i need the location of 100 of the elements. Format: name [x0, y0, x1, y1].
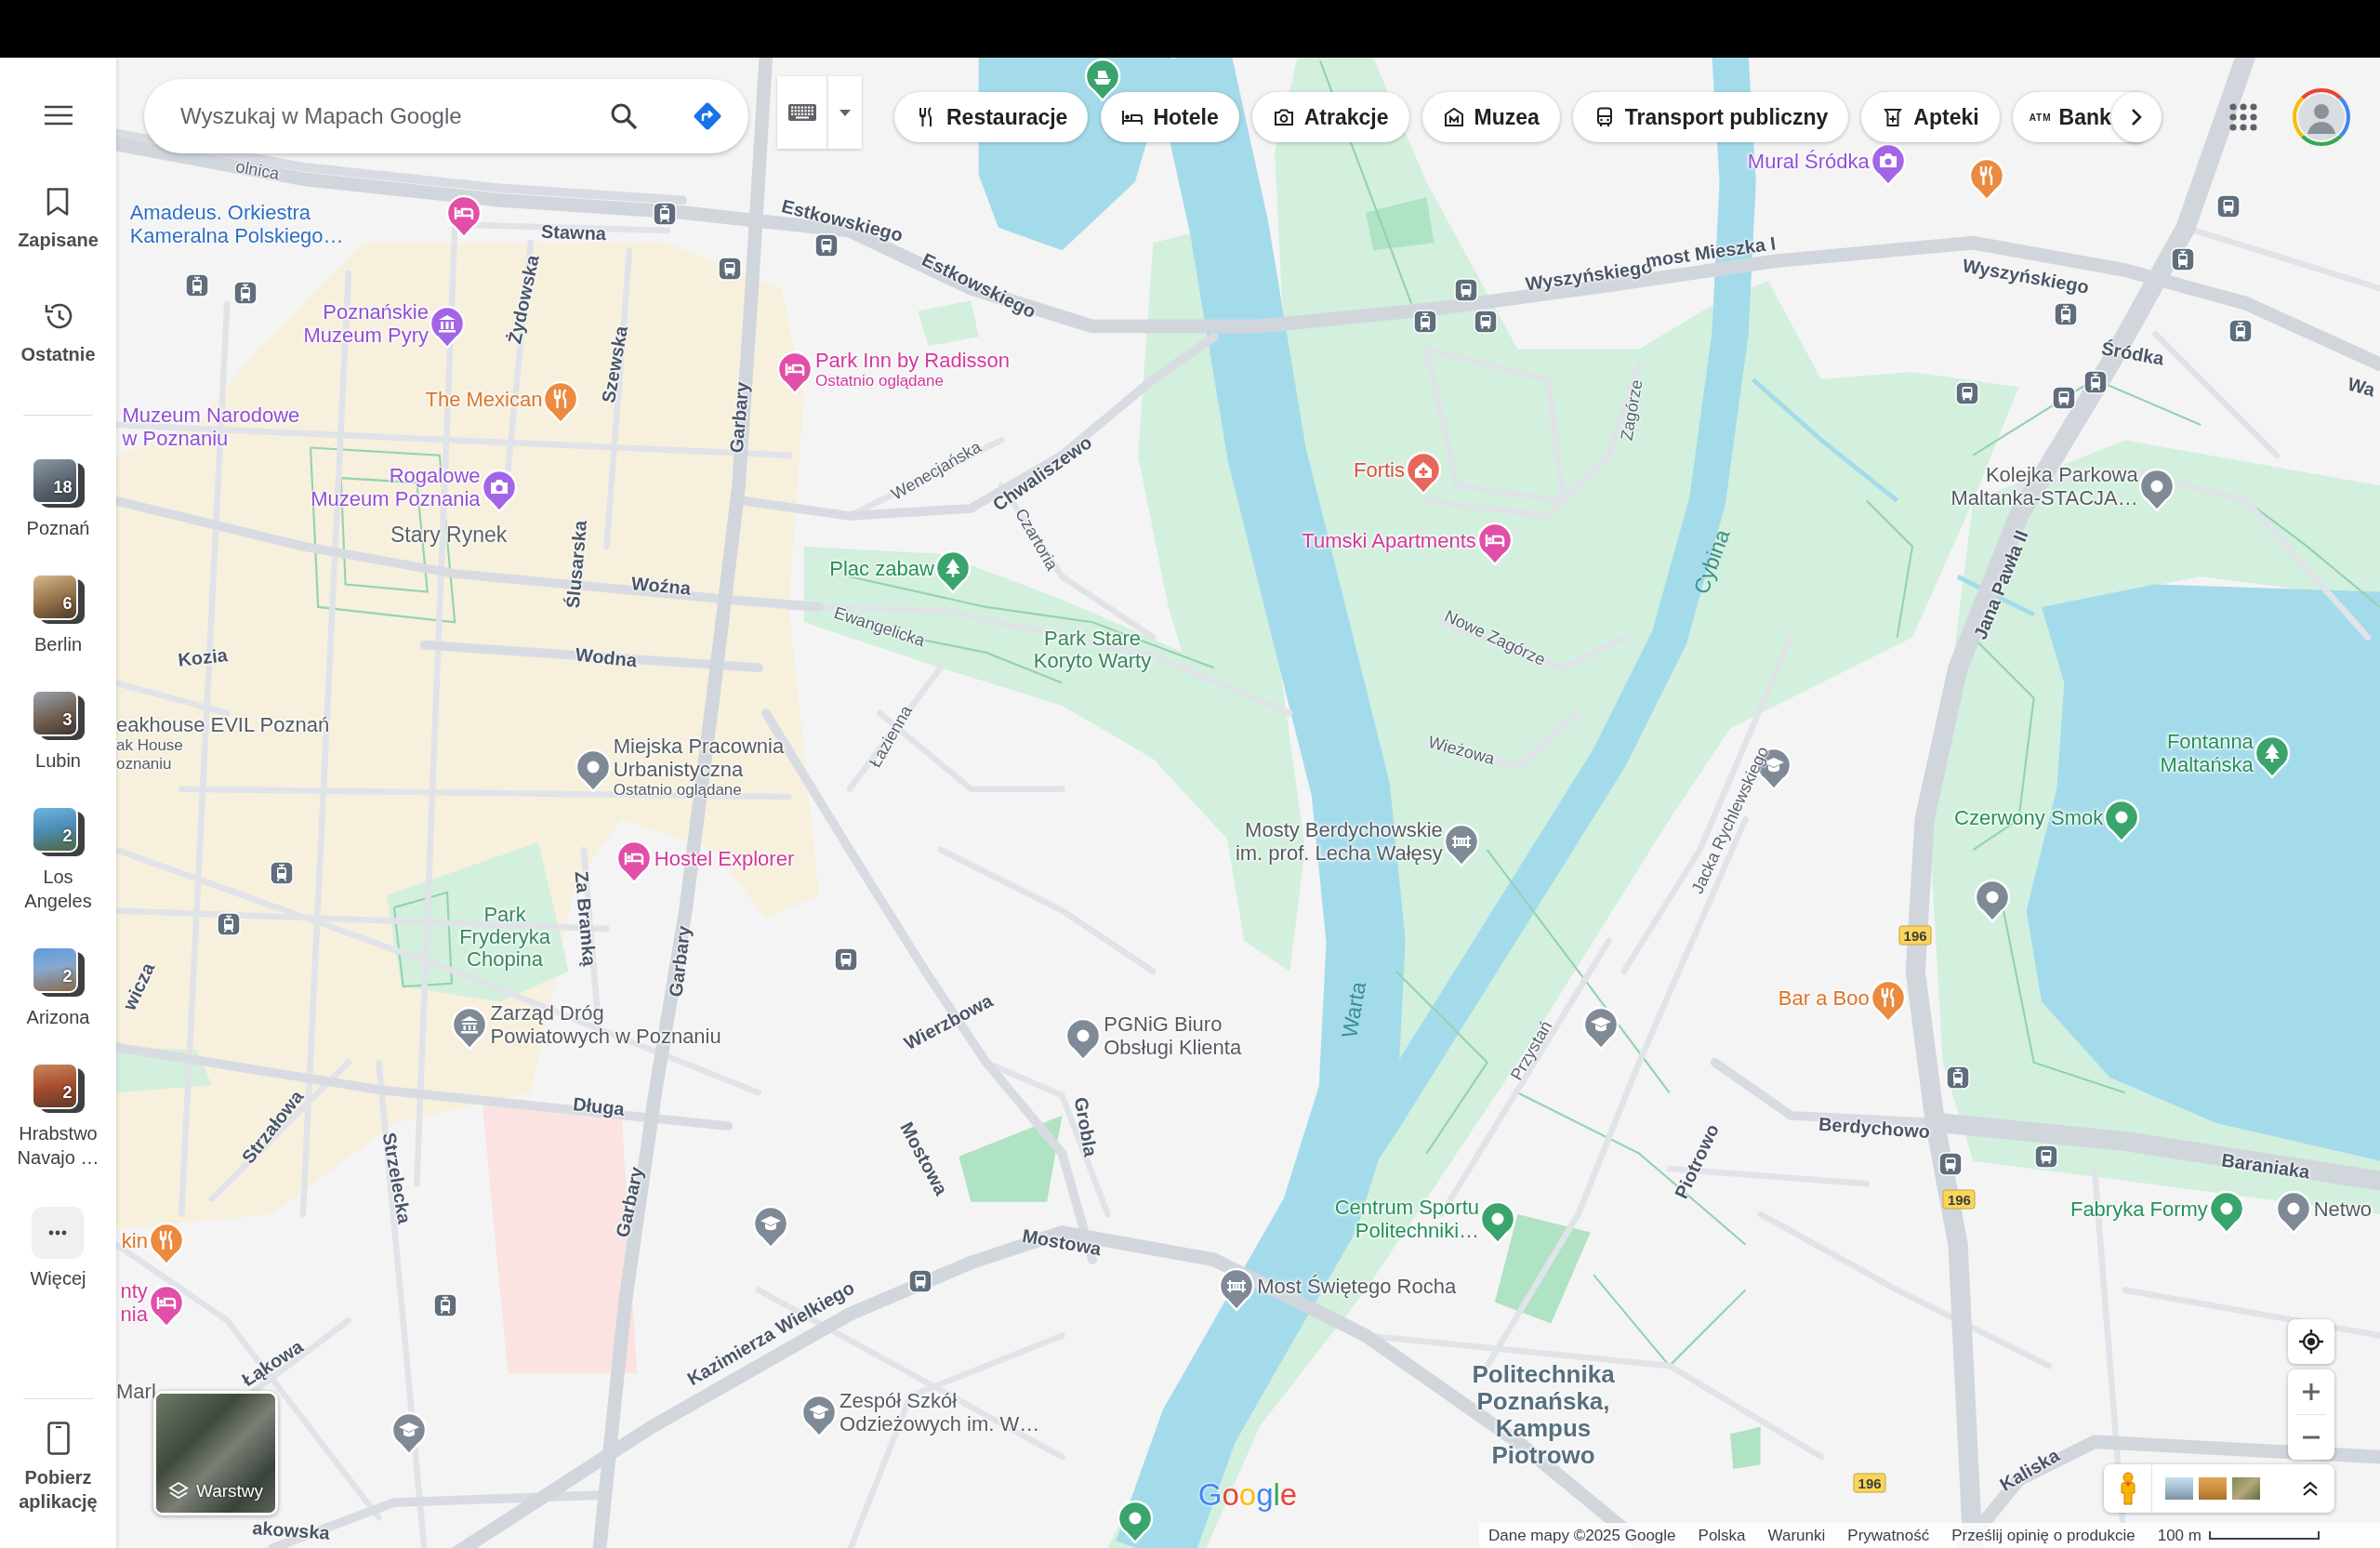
camera-marker-icon[interactable]	[480, 469, 518, 514]
bus-stop-icon[interactable]	[1453, 277, 1478, 302]
graduation-cap-marker-icon[interactable]	[1582, 1006, 1620, 1052]
bed-marker-icon[interactable]	[775, 350, 813, 395]
place-name[interactable]: Hostel Explorer	[654, 846, 795, 870]
bus-stop-icon[interactable]	[834, 947, 859, 972]
bridge-marker-icon[interactable]	[1218, 1267, 1256, 1313]
bus-stop-icon[interactable]	[2215, 194, 2241, 219]
category-chip[interactable]: Hotele	[1101, 92, 1239, 142]
graduation-cap-marker-icon[interactable]	[800, 1393, 839, 1438]
recent-place-button[interactable]: 2 Arizona	[26, 946, 90, 1029]
tram-stop-icon[interactable]	[2170, 247, 2195, 272]
place-name[interactable]: eakhouse EVIL Poznań	[116, 713, 330, 737]
tram-stop-icon[interactable]	[216, 912, 241, 937]
footer-link[interactable]: Prywatność	[1847, 1526, 1930, 1545]
tram-stop-icon[interactable]	[2053, 301, 2078, 326]
dot-marker-icon[interactable]	[1479, 1200, 1516, 1246]
fork-knife-marker-icon[interactable]	[147, 1222, 185, 1267]
place-name[interactable]: Fortis	[1354, 457, 1405, 482]
search-input[interactable]: Wyszukaj w Mapach Google	[180, 103, 563, 129]
category-chip[interactable]: Apteki	[1861, 92, 2000, 142]
place-name[interactable]: Muzeum Narodowe w Poznaniu	[122, 404, 300, 451]
recent-button[interactable]: Ostatnie	[20, 301, 96, 366]
bus-stop-icon[interactable]	[2052, 385, 2077, 410]
bus-stop-icon[interactable]	[717, 257, 742, 281]
tram-stop-icon[interactable]	[1945, 1065, 1970, 1091]
photo-placeholder[interactable]	[2165, 1477, 2193, 1500]
recent-place-button[interactable]: 2 Hrabstwo Navajo …	[9, 1063, 107, 1170]
dot-marker-icon[interactable]	[2274, 1189, 2312, 1235]
dot-marker-icon[interactable]	[1064, 1016, 1103, 1062]
more-button[interactable]: Więcej	[30, 1207, 86, 1290]
recent-place-button[interactable]: 18 Poznań	[26, 457, 90, 540]
place-name[interactable]: Mural Śródka	[1747, 149, 1870, 173]
place-name[interactable]: Czerwony Smok	[1954, 805, 2104, 828]
place-name[interactable]: Netwo	[2313, 1197, 2373, 1221]
place-name[interactable]: Tumski Apartments	[1302, 528, 1476, 552]
place-name[interactable]: Amadeus. Orkiestra Kameralna Polskiego…	[129, 200, 344, 247]
tram-stop-icon[interactable]	[184, 272, 209, 298]
bus-stop-icon[interactable]	[1937, 1152, 1963, 1177]
bed-marker-icon[interactable]	[1475, 522, 1514, 567]
bridge-marker-icon[interactable]	[1442, 822, 1480, 867]
tree-marker-icon[interactable]	[2253, 734, 2291, 779]
bus-stop-icon[interactable]	[2033, 1144, 2058, 1170]
tram-stop-icon[interactable]	[433, 1293, 458, 1318]
category-chip[interactable]: Transport publiczny	[1572, 92, 1849, 142]
tree-marker-icon[interactable]	[933, 549, 972, 594]
building-marker-icon[interactable]	[451, 1006, 489, 1052]
recent-place-button[interactable]: 3 Lubin	[31, 690, 86, 773]
photo-placeholder[interactable]	[2199, 1477, 2227, 1500]
bus-stop-icon[interactable]	[908, 1269, 933, 1294]
my-location-button[interactable]	[2288, 1319, 2334, 1364]
place-name[interactable]: Miejska Pracownia Urbanistyczna	[613, 734, 785, 781]
tram-stop-icon[interactable]	[2228, 318, 2253, 343]
category-chip[interactable]: Muzea	[1421, 92, 1560, 142]
place-name[interactable]: Fabryka Formy	[2069, 1197, 2208, 1221]
photo-placeholder[interactable]	[2232, 1477, 2260, 1500]
boat-marker-icon[interactable]	[1084, 58, 1122, 102]
fork-knife-marker-icon[interactable]	[1967, 157, 2005, 203]
dot-marker-icon[interactable]	[574, 748, 612, 793]
place-name[interactable]: PGNiG Biuro Obsługi Klienta	[1104, 1012, 1242, 1059]
saved-button[interactable]: Zapisane	[18, 187, 99, 252]
recent-place-button[interactable]: 6 Berlin	[31, 574, 86, 656]
tram-stop-icon[interactable]	[232, 281, 258, 306]
recent-place-button[interactable]: 2 Los Angeles	[9, 806, 107, 913]
footer-link[interactable]: Warunki	[1767, 1526, 1826, 1545]
place-name[interactable]: Zespół Szkół Odzieżowych im. W…	[840, 1388, 1040, 1436]
place-name[interactable]: Marl	[116, 1380, 156, 1404]
keyboard-button[interactable]	[777, 76, 827, 149]
dot-marker-icon[interactable]	[2137, 467, 2175, 512]
bus-stop-icon[interactable]	[1954, 380, 1979, 405]
account-button[interactable]	[2292, 87, 2351, 147]
bed-marker-icon[interactable]	[615, 839, 653, 884]
tram-stop-icon[interactable]	[2083, 370, 2109, 395]
place-name[interactable]: Plac zabaw	[829, 556, 934, 580]
category-chip[interactable]: Atrakcje	[1251, 92, 1409, 142]
place-name[interactable]: nty nia	[120, 1279, 148, 1327]
footer-link[interactable]: Prześlij opinię o produkcie	[1951, 1526, 2135, 1545]
graduation-cap-marker-icon[interactable]	[751, 1205, 789, 1250]
graduation-cap-marker-icon[interactable]	[390, 1411, 429, 1457]
category-chip[interactable]: Restauracje	[894, 92, 1089, 142]
place-name[interactable]: Kolejka Parkowa Maltanka-STACJA…	[1950, 462, 2138, 509]
fork-knife-marker-icon[interactable]	[542, 380, 580, 426]
camera-marker-icon[interactable]	[1869, 142, 1907, 188]
footer-link[interactable]: Polska	[1698, 1526, 1746, 1545]
tram-stop-icon[interactable]	[652, 202, 677, 227]
house-cross-marker-icon[interactable]	[1405, 450, 1442, 496]
bed-marker-icon[interactable]	[147, 1284, 185, 1330]
museum-marker-icon[interactable]	[429, 304, 466, 350]
place-name[interactable]: Centrum Sportu Politechniki…	[1334, 1196, 1479, 1243]
place-name[interactable]: Poznańskie Muzeum Pyry	[303, 299, 429, 347]
place-name[interactable]: Most Świętego Rocha	[1257, 1274, 1457, 1298]
tram-stop-icon[interactable]	[1412, 310, 1437, 335]
get-app-button[interactable]: Pobierz aplikację	[9, 1422, 107, 1514]
place-name[interactable]: Park Inn by Radisson	[814, 348, 1011, 372]
fork-knife-marker-icon[interactable]	[1869, 978, 1907, 1024]
tram-stop-icon[interactable]	[270, 860, 294, 885]
bus-stop-icon[interactable]	[1473, 310, 1498, 335]
bed-marker-icon[interactable]	[444, 193, 483, 239]
place-name[interactable]: Zarząd Dróg Powiatowych w Poznaniu	[490, 1001, 721, 1049]
dot-marker-icon[interactable]	[2103, 798, 2141, 843]
